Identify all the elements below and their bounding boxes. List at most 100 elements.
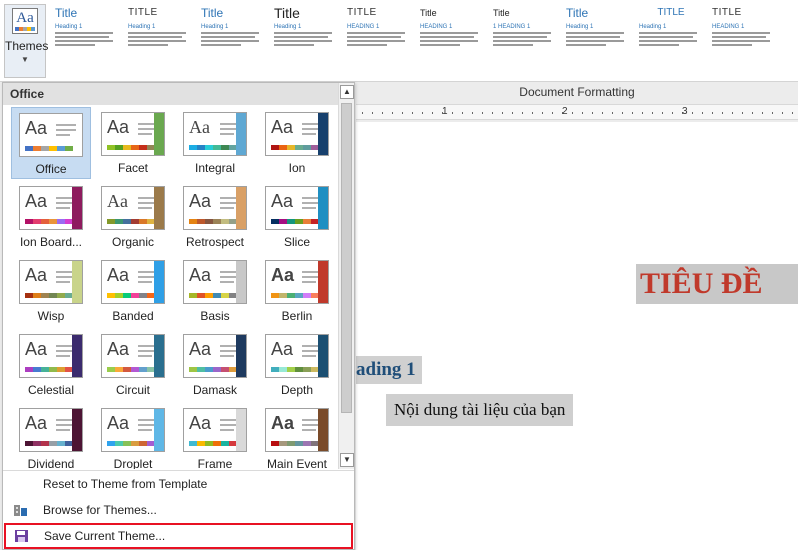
theme-accent-stripe	[154, 409, 164, 451]
theme-item[interactable]: Aa Droplet	[93, 403, 173, 469]
document-body-text[interactable]: Nội dung tài liệu của bạn	[386, 394, 574, 426]
ruler-tick	[742, 112, 743, 114]
style-set-preview[interactable]: TITLE HEADING 1	[342, 2, 415, 80]
theme-font-sample: Aa	[25, 339, 48, 359]
reset-theme-menu-item[interactable]: Reset to Theme from Template	[3, 471, 354, 497]
browse-themes-menu-item[interactable]: Browse for Themes...	[3, 497, 354, 523]
ruler-tick	[362, 112, 363, 114]
ruler-tick	[712, 112, 713, 114]
theme-item[interactable]: Aa Organic	[93, 181, 173, 253]
theme-font-sample: Aa	[271, 265, 295, 285]
theme-item[interactable]: Aa Ion Board...	[11, 181, 91, 253]
style-preview-title: TITLE	[128, 7, 158, 18]
scroll-up-arrow-icon[interactable]: ▲	[340, 85, 354, 99]
theme-item[interactable]: Aa Integral	[175, 107, 255, 179]
theme-color-palette	[107, 367, 155, 372]
theme-name: Celestial	[27, 383, 75, 397]
style-preview-heading: HEADING 1	[712, 24, 745, 30]
themes-button[interactable]: Aa Themes ▼	[4, 4, 48, 78]
theme-font-sample: Aa	[189, 413, 212, 433]
ruler-tick	[382, 112, 383, 114]
theme-item[interactable]: Aa Office	[11, 107, 91, 179]
style-set-preview[interactable]: TITLE Heading 1	[123, 2, 196, 80]
theme-item[interactable]: Aa Wisp	[11, 255, 91, 327]
theme-font-sample: Aa	[271, 191, 294, 211]
ruler-tick	[762, 112, 763, 114]
style-set-preview[interactable]: Title 1 HEADING 1	[488, 2, 561, 80]
theme-thumbnail: Aa	[265, 334, 329, 378]
theme-item[interactable]: Aa Depth	[257, 329, 337, 401]
save-current-theme-menu-item[interactable]: Save Current Theme...	[4, 523, 353, 549]
ruler-tick	[482, 112, 483, 114]
theme-item[interactable]: Aa Facet	[93, 107, 173, 179]
theme-name: Damask	[192, 383, 237, 397]
theme-item[interactable]: Aa Circuit	[93, 329, 173, 401]
theme-name: Basis	[200, 309, 230, 323]
theme-font-sample: Aa	[271, 117, 294, 137]
theme-item[interactable]: Aa Basis	[175, 255, 255, 327]
theme-name: Facet	[117, 161, 148, 175]
ruler-tick	[412, 112, 413, 114]
ruler-tick	[652, 112, 653, 114]
ruler[interactable]: 1 2 3	[356, 104, 798, 120]
themes-icon: Aa	[12, 8, 38, 34]
theme-accent-stripe	[318, 187, 328, 229]
theme-accent-stripe	[318, 409, 328, 451]
theme-name: Droplet	[113, 457, 153, 469]
style-set-preview[interactable]: Title Heading 1	[196, 2, 269, 80]
style-set-gallery: Title Heading 1 TITLE Heading 1 Title Heading…	[50, 2, 798, 82]
scrollbar-thumb[interactable]	[341, 103, 352, 413]
theme-item[interactable]: Aa Ion	[257, 107, 337, 179]
ruler-number: 3	[682, 106, 688, 117]
style-preview-heading: HEADING 1	[420, 24, 453, 30]
theme-item[interactable]: Aa Frame	[175, 403, 255, 469]
ruler-tick	[522, 112, 523, 114]
style-preview-heading: Heading 1	[566, 24, 594, 30]
style-set-preview[interactable]: TITLE HEADING 1	[707, 2, 780, 80]
theme-accent-stripe	[236, 113, 246, 155]
theme-font-sample: Aa	[107, 191, 128, 211]
ruler-tick	[472, 112, 473, 114]
theme-thumbnail: Aa	[101, 112, 165, 156]
theme-color-palette	[189, 219, 237, 224]
scroll-down-arrow-icon[interactable]: ▼	[340, 453, 354, 467]
theme-thumbnail: Aa	[183, 408, 247, 452]
style-set-preview[interactable]: Title Heading 1	[50, 2, 123, 80]
document-page[interactable]: TIÊU ĐỀ ading 1 Nội dung tài liệu của bạ…	[356, 122, 798, 550]
document-heading[interactable]: ading 1	[356, 356, 422, 384]
ruler-tick	[672, 112, 673, 114]
ruler-tick	[722, 112, 723, 114]
theme-accent-stripe	[154, 187, 164, 229]
chevron-down-icon: ▼	[21, 55, 29, 64]
theme-font-sample: Aa	[25, 265, 48, 285]
theme-font-sample: Aa	[107, 413, 130, 433]
theme-item[interactable]: Aa Berlin	[257, 255, 337, 327]
style-set-preview[interactable]: Title HEADING 1	[415, 2, 488, 80]
theme-color-palette	[25, 219, 73, 224]
theme-thumbnail: Aa	[19, 186, 83, 230]
theme-item[interactable]: Aa Dividend	[11, 403, 91, 469]
style-set-preview[interactable]: Title Heading 1	[561, 2, 634, 80]
ruler-tick	[502, 112, 503, 114]
style-set-preview[interactable]: TITLE Heading 1	[634, 2, 707, 80]
themes-menu: Reset to Theme from Template Browse for …	[3, 470, 354, 549]
gallery-scrollbar[interactable]: ▲ ▼	[338, 83, 354, 469]
style-preview-text-lines	[201, 32, 265, 46]
theme-item[interactable]: Aa Retrospect	[175, 181, 255, 253]
ruler-tick	[572, 112, 573, 114]
document-title[interactable]: TIÊU ĐỀ	[636, 264, 798, 304]
theme-item[interactable]: Aa Slice	[257, 181, 337, 253]
style-preview-heading: HEADING 1	[347, 24, 380, 30]
theme-item[interactable]: Aa Damask	[175, 329, 255, 401]
style-preview-title: TITLE	[657, 7, 685, 18]
theme-font-sample: Aa	[271, 413, 295, 433]
style-set-preview[interactable]: Title Heading 1	[269, 2, 342, 80]
theme-color-palette	[107, 145, 155, 150]
style-preview-heading: Heading 1	[639, 24, 667, 30]
theme-item[interactable]: Aa Banded	[93, 255, 173, 327]
theme-item[interactable]: Aa Celestial	[11, 329, 91, 401]
theme-name: Ion	[288, 161, 306, 175]
theme-thumbnail: Aa	[265, 408, 329, 452]
theme-accent-stripe	[236, 335, 246, 377]
theme-item[interactable]: Aa Main Event	[257, 403, 337, 469]
